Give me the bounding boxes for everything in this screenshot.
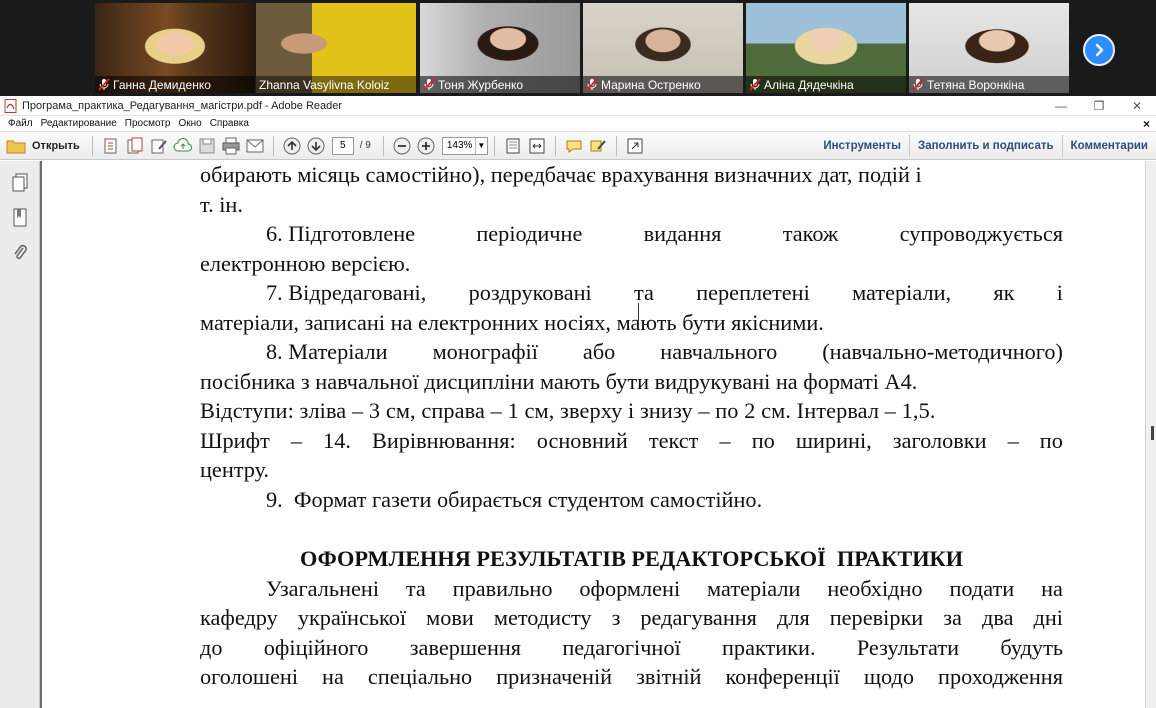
doc-line-13: Узагальнені та правильно оформлені матеріали… xyxy=(266,575,1063,601)
next-page-icon[interactable] xyxy=(305,135,327,157)
doc-line-15: до офіційного завершення педагогічної практи… xyxy=(200,634,1063,660)
doc-line-6: матеріали, записані на електронних носія… xyxy=(200,309,824,335)
participant-name-bar: Тоня Журбенко xyxy=(420,76,580,93)
participant-name: Аліна Дядечкіна xyxy=(764,77,854,92)
doc-line-2: т. ін. xyxy=(200,191,243,217)
create-pdf-icon[interactable] xyxy=(100,135,122,157)
video-tile-1[interactable]: Ганна Демиденко xyxy=(95,3,255,93)
doc-line-1: обирають місяць самостійно), передбачає … xyxy=(200,162,922,187)
page-thumbnails-icon[interactable] xyxy=(11,173,29,193)
open-button[interactable]: Открыть xyxy=(0,135,86,157)
participant-name-bar: Аліна Дядечкіна xyxy=(746,76,906,93)
adobe-reader-window: Програма_практика_Редагування_магістри.p… xyxy=(0,96,1156,708)
mic-muted-icon xyxy=(98,78,110,91)
print-icon[interactable] xyxy=(220,135,242,157)
zoom-value: 143% xyxy=(446,140,473,151)
mic-muted-icon xyxy=(423,78,435,91)
expand-icon[interactable] xyxy=(624,135,646,157)
doc-line-4: електронною версією. xyxy=(200,250,411,276)
text-cursor xyxy=(638,303,640,321)
close-document-icon[interactable]: × xyxy=(1143,117,1156,131)
fit-page-icon[interactable] xyxy=(502,135,524,157)
fill-sign-link[interactable]: Заполнить и подписать xyxy=(910,140,1062,152)
doc-line-11: центру. xyxy=(200,457,270,482)
save-icon[interactable] xyxy=(196,135,218,157)
participant-name: Марина Остренко xyxy=(601,77,701,92)
comment-icon[interactable] xyxy=(563,135,585,157)
video-tile-2[interactable]: Zhanna Vasylivna Koloiz xyxy=(256,3,416,93)
chevron-down-icon: ▼ xyxy=(474,137,487,154)
video-tile-5[interactable]: Аліна Дядечкіна xyxy=(746,3,906,93)
doc-line-10: Шрифт –14. Вирівнювання: основний текст – по ши… xyxy=(200,427,1063,453)
zoom-in-icon[interactable] xyxy=(415,135,437,157)
mic-muted-icon xyxy=(912,78,924,91)
toolbar: Открыть 5 / 9 143% ▼ Инструменты Заполни… xyxy=(0,132,1156,160)
mic-muted-icon xyxy=(749,78,761,91)
highlight-icon[interactable] xyxy=(587,135,609,157)
participant-name-bar: Ганна Демиденко xyxy=(95,76,255,93)
doc-line-12: 9. Формат газети обирається студентом са… xyxy=(266,486,763,512)
tools-link[interactable]: Инструменты xyxy=(815,140,909,152)
doc-line-8: посібника з навчальної дисципліни мають … xyxy=(200,368,918,394)
participant-name: Тетяна Воронкіна xyxy=(927,77,1025,92)
restore-button[interactable]: ❐ xyxy=(1080,96,1118,116)
page-number-input[interactable]: 5 xyxy=(331,136,354,155)
next-page-arrow-button[interactable] xyxy=(1083,34,1115,66)
video-tile-6[interactable]: Тетяна Воронкіна xyxy=(909,3,1069,93)
pdf-file-icon xyxy=(4,98,17,113)
upload-cloud-icon[interactable] xyxy=(172,135,194,157)
document-area: заходах від загальних визначних дат міся… xyxy=(0,161,1156,708)
window-title: Програма_практика_Редагування_магістри.p… xyxy=(22,99,343,112)
menu-window[interactable]: Окно xyxy=(174,118,205,129)
edit-pdf-icon[interactable] xyxy=(148,135,170,157)
participant-name: Тоня Журбенко xyxy=(438,77,524,92)
mic-muted-icon xyxy=(586,78,598,91)
paperclip-icon[interactable] xyxy=(11,243,29,263)
zoom-out-icon[interactable] xyxy=(391,135,413,157)
pdf-page: заходах від загальних визначних дат міся… xyxy=(42,161,1145,708)
minimize-button[interactable]: — xyxy=(1042,96,1080,116)
close-window-button[interactable]: ✕ xyxy=(1118,96,1156,116)
page-total: / 9 xyxy=(359,140,371,151)
fit-width-icon[interactable] xyxy=(526,135,548,157)
scroll-position-marker[interactable] xyxy=(1151,426,1154,440)
participant-name-bar: Zhanna Vasylivna Koloiz xyxy=(256,76,416,93)
comments-link[interactable]: Комментарии xyxy=(1063,140,1156,152)
folder-icon xyxy=(6,140,26,153)
menu-file[interactable]: Файл xyxy=(4,118,37,129)
combine-pdf-icon[interactable] xyxy=(124,135,146,157)
doc-line-9: Відступи: зліва – 3 см, справа – 1 см, з… xyxy=(200,398,936,423)
participant-name: Ганна Демиденко xyxy=(113,77,211,92)
zoom-select[interactable]: 143% ▼ xyxy=(441,136,488,155)
doc-line-5: 7. Відредаговані, роздруковані та переплете… xyxy=(266,280,1063,305)
section-heading: ОФОРМЛЕННЯ РЕЗУЛЬТАТІВ РЕДАКТОРСЬКОЇ ПРА… xyxy=(299,546,964,571)
doc-line-16: оголошені на спеціально призначеній звітній к… xyxy=(200,664,1063,689)
chevron-right-icon xyxy=(1095,43,1104,57)
video-strip: Ганна Демиденко Zhanna Vasylivna Koloiz … xyxy=(0,0,1156,96)
menu-view[interactable]: Просмотр xyxy=(121,118,175,129)
bookmarks-icon[interactable] xyxy=(11,208,29,228)
navigation-panel xyxy=(0,161,40,708)
doc-line-14: кафедру української мови методисту з редагува… xyxy=(200,605,1063,630)
menu-help[interactable]: Справка xyxy=(206,118,253,129)
participant-name-bar: Тетяна Воронкіна xyxy=(909,76,1069,93)
doc-line-7: 8. Матеріали монографії або навчального (нав… xyxy=(266,339,1063,364)
video-tile-4[interactable]: Марина Остренко xyxy=(583,3,743,93)
email-icon[interactable] xyxy=(244,135,266,157)
doc-line-3: 6. Підготовлене періодичне видання також суп… xyxy=(266,221,1063,246)
participant-name: Zhanna Vasylivna Koloiz xyxy=(259,77,390,92)
open-label: Открыть xyxy=(32,139,80,152)
participant-name-bar: Марина Остренко xyxy=(583,76,743,93)
menu-bar: Файл Редактирование Просмотр Окно Справк… xyxy=(0,116,1156,132)
window-titlebar: Програма_практика_Редагування_магістри.p… xyxy=(0,96,1156,116)
video-tile-3[interactable]: Тоня Журбенко xyxy=(420,3,580,93)
previous-page-icon[interactable] xyxy=(281,135,303,157)
vertical-scrollbar[interactable] xyxy=(1145,161,1156,708)
menu-edit[interactable]: Редактирование xyxy=(37,118,121,129)
